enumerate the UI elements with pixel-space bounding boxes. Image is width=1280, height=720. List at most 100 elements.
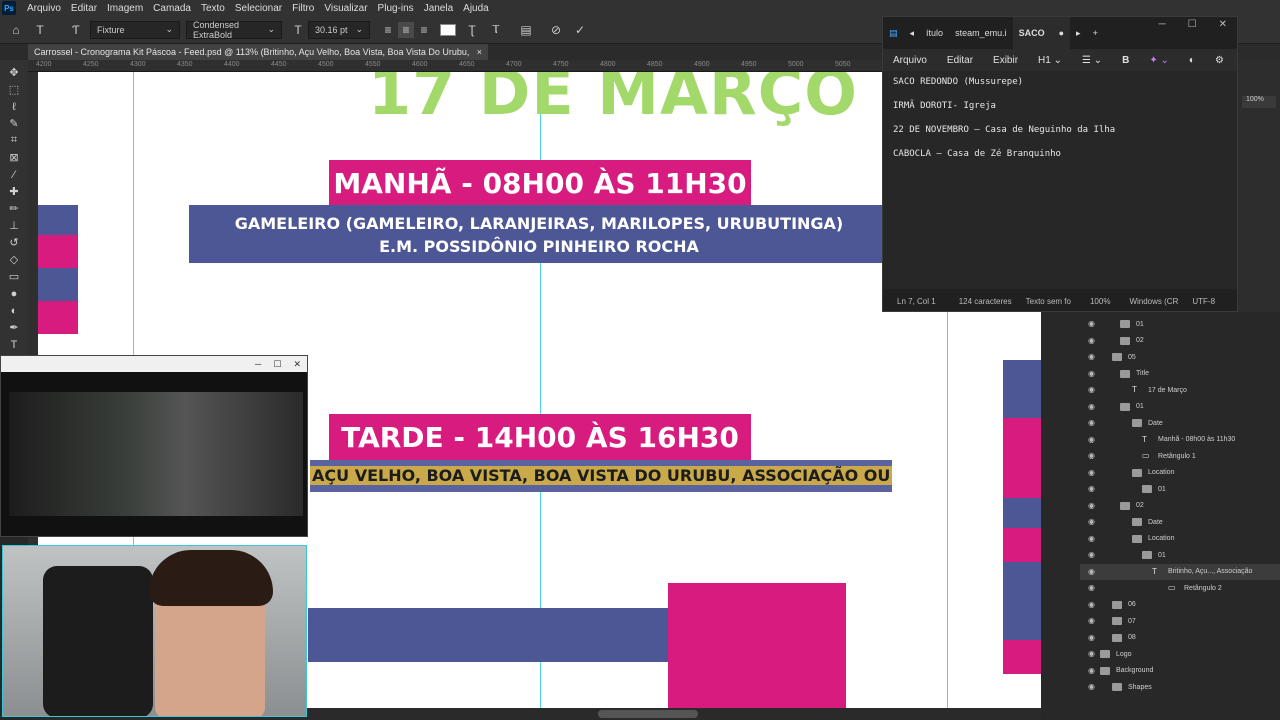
visibility-eye-icon[interactable]: ◉ bbox=[1088, 451, 1098, 461]
layer-row[interactable]: ◉ Location bbox=[1080, 465, 1280, 481]
morning-location-banner[interactable]: GAMELEIRO (GAMELEIRO, LARANJEIRAS, MARIL… bbox=[189, 205, 889, 263]
panels-icon[interactable]: ▤ bbox=[518, 22, 534, 38]
layer-row[interactable]: ◉ 06 bbox=[1080, 597, 1280, 613]
notepad-text-area[interactable]: SACO REDONDO (Mussurepe) IRMÃ DOROTI- Ig… bbox=[883, 71, 1237, 289]
text-color-swatch[interactable] bbox=[440, 23, 456, 36]
visibility-eye-icon[interactable]: ◉ bbox=[1088, 633, 1098, 643]
menu-item[interactable]: Editar bbox=[66, 3, 102, 14]
layer-row[interactable]: ◉ 05 bbox=[1080, 349, 1280, 365]
encoding[interactable]: UTF-8 bbox=[1185, 297, 1222, 306]
menu-item[interactable]: Plug-ins bbox=[373, 3, 419, 14]
layer-row[interactable]: ◉ 01 bbox=[1080, 547, 1280, 563]
unsaved-dot-icon[interactable]: ● bbox=[1059, 28, 1064, 38]
menu-item[interactable]: Ajuda bbox=[458, 3, 494, 14]
home-icon[interactable]: ⌂ bbox=[8, 22, 24, 38]
type-tool-icon[interactable]: T bbox=[32, 22, 48, 38]
layer-row[interactable]: ◉ 02 bbox=[1080, 498, 1280, 514]
layer-row[interactable]: ◉ 07 bbox=[1080, 613, 1280, 629]
text-orientation-icon[interactable]: Ƭ bbox=[68, 22, 84, 38]
visibility-eye-icon[interactable]: ◉ bbox=[1088, 418, 1098, 428]
zoom-field[interactable]: 100% bbox=[1242, 96, 1276, 108]
zoom-level[interactable]: 100% bbox=[1078, 297, 1117, 306]
visibility-eye-icon[interactable]: ◉ bbox=[1088, 550, 1098, 560]
layer-row[interactable]: ◉ Logo bbox=[1080, 646, 1280, 662]
visibility-eye-icon[interactable]: ◉ bbox=[1088, 517, 1098, 527]
tab-2[interactable]: steam_emu.i bbox=[949, 17, 1013, 49]
commit-check-icon[interactable]: ✓ bbox=[572, 22, 588, 38]
close-tab-icon[interactable]: × bbox=[477, 47, 482, 57]
warp-text-icon[interactable]: Ʈ bbox=[464, 22, 480, 38]
visibility-eye-icon[interactable]: ◉ bbox=[1088, 385, 1098, 395]
maximize-icon[interactable]: ☐ bbox=[1188, 19, 1197, 30]
layer-row[interactable]: ◉ 01 bbox=[1080, 481, 1280, 497]
layer-row[interactable]: ◉ Date bbox=[1080, 514, 1280, 530]
visibility-eye-icon[interactable]: ◉ bbox=[1088, 484, 1098, 494]
layer-row[interactable]: ◉ Location bbox=[1080, 531, 1280, 547]
gradient-tool-icon[interactable]: ▭ bbox=[5, 268, 23, 285]
visibility-eye-icon[interactable]: ◉ bbox=[1088, 435, 1098, 445]
healing-tool-icon[interactable]: ✚ bbox=[5, 183, 23, 200]
align-center-icon[interactable]: ≡ bbox=[398, 21, 414, 38]
bold-icon[interactable]: B bbox=[1112, 55, 1139, 66]
menu-item[interactable]: Arquivo bbox=[22, 3, 66, 14]
menu-view[interactable]: Exibir bbox=[983, 55, 1028, 66]
layer-row[interactable]: ◉ 01 bbox=[1080, 316, 1280, 332]
tab-scroll-right-icon[interactable]: ▸ bbox=[1070, 17, 1087, 49]
menu-item[interactable]: Camada bbox=[148, 3, 196, 14]
layer-row[interactable]: ◉ T 17 de Março bbox=[1080, 382, 1280, 398]
visibility-eye-icon[interactable]: ◉ bbox=[1088, 583, 1098, 593]
scrollbar-thumb[interactable] bbox=[598, 710, 698, 718]
heading-select[interactable]: H1 ⌄ bbox=[1028, 55, 1072, 66]
account-icon[interactable]: ◐ bbox=[1179, 55, 1205, 66]
layer-row[interactable]: ◉ T Manhã - 08h00 às 11h30 bbox=[1080, 432, 1280, 448]
layer-row[interactable]: ◉ ▭ Retângulo 2 bbox=[1080, 580, 1280, 596]
layer-row[interactable]: ◉ Date bbox=[1080, 415, 1280, 431]
character-panel-icon[interactable]: Ⲧ bbox=[488, 22, 504, 38]
visibility-eye-icon[interactable]: ◉ bbox=[1088, 616, 1098, 626]
menu-item[interactable]: Texto bbox=[196, 3, 230, 14]
blur-tool-icon[interactable]: ● bbox=[5, 285, 23, 302]
visibility-eye-icon[interactable]: ◉ bbox=[1088, 336, 1098, 346]
align-right-icon[interactable]: ≡ bbox=[416, 22, 432, 38]
menu-item[interactable]: Filtro bbox=[287, 3, 319, 14]
new-tab-icon[interactable]: + bbox=[1087, 17, 1104, 49]
menu-item[interactable]: Janela bbox=[419, 3, 458, 14]
history-brush-tool-icon[interactable]: ↺ bbox=[5, 234, 23, 251]
document-tab[interactable]: Carrossel - Cronograma Kit Páscoa - Feed… bbox=[28, 44, 488, 60]
align-left-icon[interactable]: ≡ bbox=[380, 22, 396, 38]
layer-row[interactable]: ◉ T Britinho, Açu..., Associação bbox=[1080, 563, 1280, 580]
minimize-icon[interactable]: ─ bbox=[249, 359, 267, 369]
layer-row[interactable]: ◉ Background bbox=[1080, 663, 1280, 679]
menu-item[interactable]: Visualizar bbox=[319, 3, 372, 14]
pen-tool-icon[interactable]: ✒ bbox=[5, 319, 23, 336]
afternoon-time-banner[interactable]: TARDE - 14H00 ÀS 16H30 bbox=[329, 414, 751, 460]
list-icon[interactable]: ☰ ⌄ bbox=[1072, 55, 1112, 66]
visibility-eye-icon[interactable]: ◉ bbox=[1088, 352, 1098, 362]
photoshop-logo-icon[interactable]: Ps bbox=[2, 1, 16, 15]
visibility-eye-icon[interactable]: ◉ bbox=[1088, 369, 1098, 379]
marquee-tool-icon[interactable]: ⬚ bbox=[5, 81, 23, 98]
tab-1[interactable]: ítulo bbox=[920, 17, 949, 49]
settings-gear-icon[interactable]: ⚙ bbox=[1205, 55, 1234, 66]
layer-row[interactable]: ◉ 02 bbox=[1080, 333, 1280, 349]
move-tool-icon[interactable]: ✥ bbox=[5, 64, 23, 81]
afternoon-location-banner[interactable]: AÇU VELHO, BOA VISTA, BOA VISTA DO URUBU… bbox=[310, 460, 892, 492]
layer-row[interactable]: ◉ Title bbox=[1080, 366, 1280, 382]
menu-item[interactable]: Imagem bbox=[102, 3, 148, 14]
visibility-eye-icon[interactable]: ◉ bbox=[1088, 567, 1098, 577]
morning-time-banner[interactable]: MANHÃ - 08H00 ÀS 11H30 bbox=[329, 160, 751, 206]
font-family-select[interactable]: Fixture ⌄ bbox=[90, 20, 180, 39]
eraser-tool-icon[interactable]: ◇ bbox=[5, 251, 23, 268]
video-frame[interactable] bbox=[9, 392, 303, 516]
crop-tool-icon[interactable]: ⌗ bbox=[5, 132, 23, 149]
font-style-select[interactable]: Condensed ExtraBold ⌄ bbox=[186, 20, 282, 40]
title-date-text[interactable]: 17 DE MARÇO bbox=[368, 72, 858, 129]
font-size-select[interactable]: 30.16 pt ⌄ bbox=[308, 20, 370, 39]
quick-select-tool-icon[interactable]: ✎ bbox=[5, 115, 23, 132]
maximize-icon[interactable]: ☐ bbox=[267, 359, 287, 370]
type-tool-icon[interactable]: T bbox=[5, 336, 23, 353]
close-icon[interactable]: ✕ bbox=[287, 359, 307, 370]
tab-3[interactable]: SACO ● bbox=[1012, 17, 1071, 49]
visibility-eye-icon[interactable]: ◉ bbox=[1088, 402, 1098, 412]
layer-row[interactable]: ◉ ▭ Retângulo 1 bbox=[1080, 448, 1280, 464]
